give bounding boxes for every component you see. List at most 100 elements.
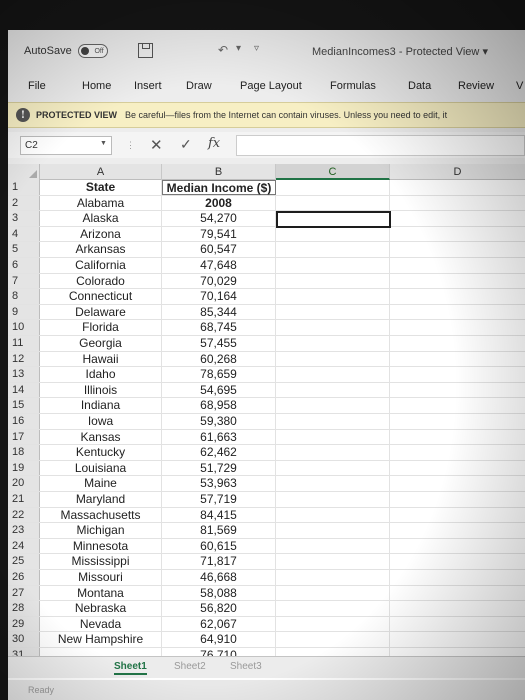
cell-d[interactable] [390,383,525,398]
cell-b[interactable]: 58,088 [162,585,276,601]
cell-a[interactable]: Missouri [40,570,162,585]
tab-page-layout[interactable]: Page Layout [240,80,302,92]
row-header[interactable]: 29 [8,616,40,632]
cell-c[interactable] [276,554,390,569]
row-header[interactable]: 15 [8,398,40,413]
cell-d[interactable] [390,523,525,538]
cell-c[interactable] [276,460,390,476]
row-header[interactable]: 17 [8,429,40,445]
cell-b[interactable]: 57,719 [162,492,276,507]
cell-d[interactable] [390,617,525,632]
row-header[interactable]: 16 [8,414,40,429]
insert-function-icon[interactable]: fx [208,136,220,151]
select-all-button[interactable] [8,164,40,180]
tab-data[interactable]: Data [408,80,431,92]
cell-a[interactable]: Montana [40,585,162,601]
column-header-b[interactable]: B [162,164,276,180]
row-header[interactable]: 9 [8,304,40,320]
cell-a[interactable]: Maine [40,476,162,491]
cancel-icon[interactable]: ✕ [150,136,163,154]
row-header[interactable]: 5 [8,242,40,257]
quick-access-dropdown-icon[interactable]: ▾ [236,43,241,54]
cell-b[interactable]: 59,380 [162,414,276,429]
cell-c[interactable] [276,414,390,429]
tab-view[interactable]: V [516,80,523,92]
cell-c[interactable] [276,289,390,304]
cell-b[interactable]: 60,615 [162,538,276,554]
cell-a[interactable]: Massachusetts [40,507,162,523]
cell-d[interactable] [390,508,525,523]
cell-b[interactable]: 62,067 [162,616,276,632]
row-header[interactable]: 19 [8,460,40,476]
cell-d[interactable] [390,632,525,647]
column-header-c[interactable]: C [276,164,390,180]
cell-d[interactable] [390,352,525,367]
cell-d[interactable] [390,445,525,460]
cell-b[interactable]: 79,541 [162,226,276,242]
cell-d[interactable] [390,258,525,273]
cell-a[interactable]: State [40,180,162,195]
cell-d[interactable] [390,554,525,569]
column-header-d[interactable]: D [390,164,525,180]
cell-a[interactable]: Georgia [40,336,162,351]
tab-home[interactable]: Home [82,80,111,92]
cell-c[interactable] [276,585,390,601]
cell-d[interactable] [390,414,525,429]
cell-d[interactable] [390,336,525,351]
cell-a[interactable]: Mississippi [40,554,162,569]
tab-file[interactable]: File [28,80,46,92]
row-header[interactable]: 27 [8,585,40,601]
cell-b[interactable]: 57,455 [162,336,276,351]
cell-a[interactable]: Nevada [40,616,162,632]
cell-d[interactable] [390,492,525,507]
row-header[interactable]: 11 [8,336,40,351]
cell-a[interactable]: New Hampshire [40,632,162,647]
cell-d[interactable] [390,289,525,304]
row-header[interactable]: 2 [8,195,40,211]
chevron-down-icon[interactable]: ▾ [482,46,488,58]
cell-a[interactable]: Kansas [40,429,162,445]
cell-c[interactable] [276,336,390,351]
cell-c[interactable] [276,632,390,647]
cell-a[interactable]: Arkansas [40,242,162,257]
cell-a[interactable]: California [40,258,162,273]
cell-d[interactable] [390,398,525,413]
cell-a[interactable]: Arizona [40,226,162,242]
cell-a[interactable]: Louisiana [40,460,162,476]
cell-d[interactable] [390,461,525,476]
row-header[interactable]: 4 [8,226,40,242]
cell-d[interactable] [390,539,525,554]
cell-a[interactable]: Alaska [40,211,162,226]
cell-d[interactable] [390,305,525,320]
cell-b[interactable]: 47,648 [162,258,276,273]
cell-d[interactable] [390,196,525,211]
cell-a[interactable]: Connecticut [40,289,162,304]
active-cell-c2[interactable] [276,211,391,228]
row-header[interactable]: 23 [8,523,40,538]
row-header[interactable]: 25 [8,554,40,569]
cell-b[interactable]: 78,659 [162,367,276,382]
cell-c[interactable] [276,320,390,335]
cell-b[interactable]: 68,745 [162,320,276,335]
formula-input[interactable] [236,135,525,156]
cell-a[interactable]: Alabama [40,195,162,211]
cell-b[interactable]: 70,029 [162,273,276,289]
cell-a[interactable]: Illinois [40,382,162,398]
cell-c[interactable] [276,429,390,445]
cell-c[interactable] [276,258,390,273]
cell-a[interactable]: Nebraska [40,601,162,616]
cell-b[interactable]: 64,910 [162,632,276,647]
row-header[interactable]: 30 [8,632,40,647]
tab-formulas[interactable]: Formulas [330,80,376,92]
cell-d[interactable] [390,320,525,335]
cell-a[interactable]: Hawaii [40,351,162,367]
sheet-tab-sheet2[interactable]: Sheet2 [174,661,206,672]
cell-d[interactable] [390,570,525,585]
cell-d[interactable] [390,476,525,491]
cell-b[interactable]: 85,344 [162,304,276,320]
cell-a[interactable]: Colorado [40,273,162,289]
cell-c[interactable] [276,616,390,632]
row-header[interactable]: 28 [8,601,40,616]
chevron-down-icon[interactable]: ▼ [100,140,107,147]
row-header[interactable]: 6 [8,258,40,273]
